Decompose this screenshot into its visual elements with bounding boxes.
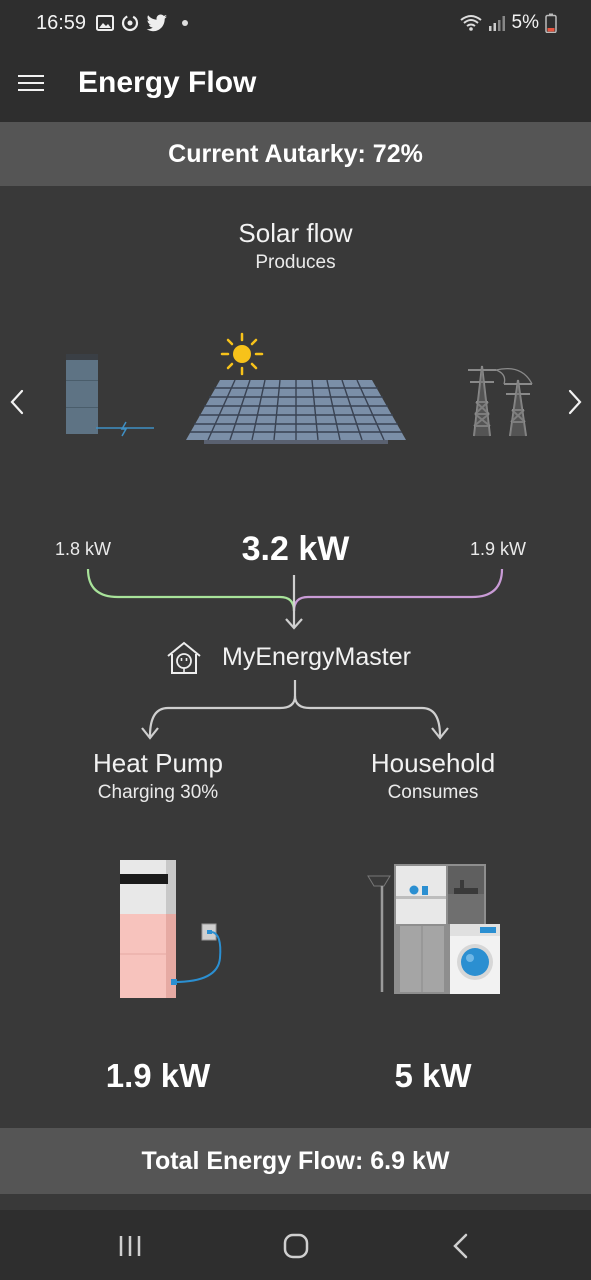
previous-arrow-icon[interactable] [6, 388, 30, 416]
heat-pump-value: 1.9 kW [105, 1057, 211, 1094]
sun-icon [220, 332, 264, 376]
power-grid-icon [468, 365, 533, 437]
system-navigation-bar [0, 1210, 591, 1280]
battery-icon [545, 13, 557, 33]
back-icon[interactable] [442, 1230, 482, 1262]
grid-flow-value: 1.9 kW [470, 539, 527, 559]
solar-panel-icon [186, 379, 406, 444]
total-energy-banner: Total Energy Flow: 6.9 kW [0, 1128, 591, 1194]
autarky-text: Current Autarky: 72% [168, 139, 423, 168]
wifi-icon [459, 15, 482, 31]
next-arrow-icon[interactable] [562, 388, 586, 416]
battery-storage-icon [66, 354, 154, 437]
twitter-icon [146, 14, 167, 32]
signal-icon [488, 16, 505, 31]
heat-pump-subtitle: Charging 30% [97, 782, 219, 803]
autarky-banner: Current Autarky: 72% [0, 122, 591, 186]
notification-dot [182, 20, 188, 26]
solar-flow-title: Solar flow [238, 218, 353, 248]
household-value: 5 kW [394, 1057, 472, 1094]
app-bar: Energy Flow [0, 48, 591, 122]
house-plug-icon [167, 641, 201, 674]
recent-apps-icon[interactable] [110, 1230, 150, 1262]
status-notification-icons [96, 12, 188, 34]
sync-icon [121, 14, 139, 32]
page-title: Energy Flow [78, 66, 257, 99]
home-icon[interactable] [276, 1230, 316, 1262]
solar-flow-subtitle: Produces [255, 252, 336, 273]
total-energy-text: Total Energy Flow: 6.9 kW [141, 1146, 450, 1175]
household-subtitle: Consumes [387, 782, 479, 803]
heat-pump-battery-icon [120, 860, 222, 998]
hamburger-menu-icon[interactable] [18, 70, 46, 98]
heat-pump-title: Heat Pump [92, 748, 224, 778]
household-title: Household [370, 748, 496, 778]
hub-label: MyEnergyMaster [222, 643, 411, 671]
status-bar: 16:59 5% [0, 0, 591, 48]
outgoing-flow-lines [141, 680, 449, 740]
household-appliances-icon [367, 864, 500, 994]
battery-percentage: 5% [511, 12, 539, 33]
status-system-icons: 5% [459, 12, 557, 34]
status-time: 16:59 [36, 12, 87, 34]
image-icon [96, 15, 114, 31]
incoming-flow-lines [86, 568, 504, 630]
